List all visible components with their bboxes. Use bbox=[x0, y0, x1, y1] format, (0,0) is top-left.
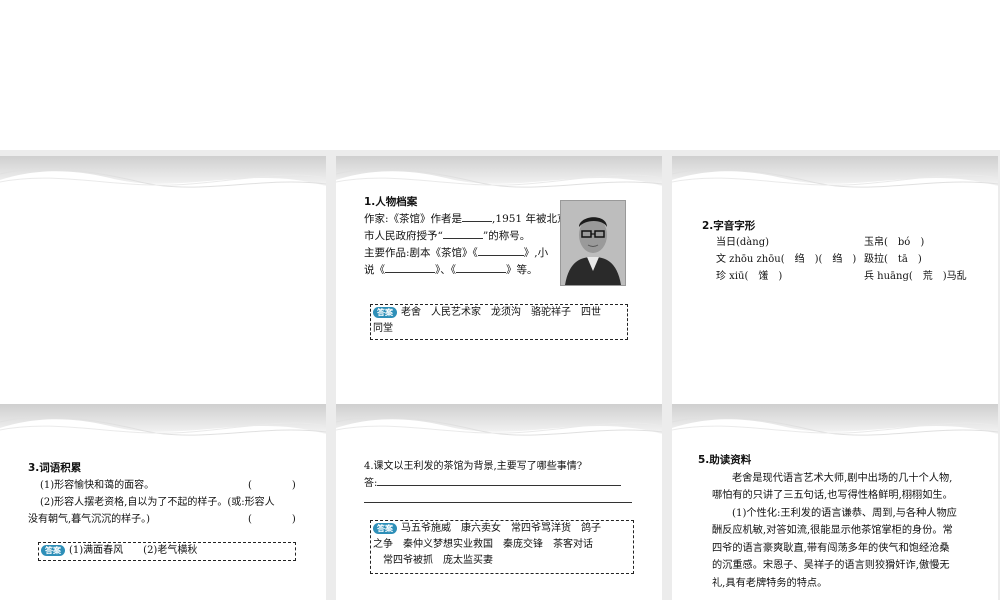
paragraph-line: 老舍是现代语言艺术大师,剧中出场的几十个人物, bbox=[732, 472, 953, 484]
answer-text: 同堂 bbox=[373, 323, 393, 334]
slide-content: 3.词语积累 (1)形容愉快和蔼的面容。 ( ) (2)形容人摆老资格,自以为了… bbox=[28, 458, 304, 568]
question-text: 4.课文以王利发的茶馆为背景,主要写了哪些事情? bbox=[364, 461, 583, 472]
portrait-photo-icon bbox=[561, 201, 625, 285]
fill-blank bbox=[477, 255, 524, 256]
paragraph-line: 酬反应机敏,对答如流,很能显示他茶馆掌柜的身份。常 bbox=[712, 525, 953, 536]
slide-thumbnail-3[interactable]: 2.字音字形 当日(dàng) 玉帛( bó ) 文 zhōu zhōu( 绉 … bbox=[672, 156, 998, 404]
question-line: 没有朝气,暮气沉沉的样子。) ( ) bbox=[28, 511, 304, 528]
answer-parentheses: ( ) bbox=[248, 480, 296, 491]
answer-line: 答: bbox=[364, 475, 640, 492]
paragraph-line: (1)个性化:王利发的语言谦恭、周到,与各种人物应 bbox=[732, 507, 957, 519]
slide-thumbnail-2[interactable]: 1.人物档案 作家:《茶馆》作者是 ,1951 年被北京 市人民政府授予“ ”的称号… bbox=[336, 156, 662, 404]
answer-text: 老舍 人民艺术家 龙须沟 骆驼祥子 四世 bbox=[401, 307, 601, 318]
answer-parentheses: ( ) bbox=[248, 514, 296, 525]
question-line: (2)形容人摆老资格,自以为了不起的样子。(或:形容人 bbox=[40, 497, 275, 508]
slide-content: 1.人物档案 作家:《茶馆》作者是 ,1951 年被北京 市人民政府授予“ ”的称号… bbox=[364, 192, 628, 392]
top-blank-area bbox=[0, 0, 1000, 150]
slide-content: 4.课文以王利发的茶馆为背景,主要写了哪些事情? 答: 答案 马五爷施威 康六卖女… bbox=[364, 456, 640, 594]
answer-box: 答案 (1)满面春风 (2)老气横秋 bbox=[38, 542, 296, 561]
section-heading: 3.词语积累 bbox=[28, 462, 82, 474]
answer-tag: 答案 bbox=[373, 307, 397, 318]
answer-tag: 答案 bbox=[41, 545, 65, 556]
paragraph-line: 礼,具有老牌特务的特点。 bbox=[712, 577, 828, 589]
slide-thumbnail-4[interactable]: 3.词语积累 (1)形容愉快和蔼的面容。 ( ) (2)形容人摆老资格,自以为了… bbox=[0, 404, 326, 600]
table-cell: 文 zhōu zhōu( 绉 )( 绉 ) bbox=[716, 254, 857, 265]
section-heading: 2.字音字形 bbox=[702, 220, 756, 232]
slide-header-wave bbox=[336, 404, 662, 464]
slide-header-wave bbox=[0, 404, 326, 464]
table-cell: 当日(dàng) bbox=[716, 237, 770, 248]
fill-blank bbox=[462, 221, 493, 222]
slide-content: 2.字音字形 当日(dàng) 玉帛( bó ) 文 zhōu zhōu( 绉 … bbox=[702, 216, 968, 292]
fill-blank bbox=[377, 485, 622, 486]
answer-tag: 答案 bbox=[373, 523, 397, 534]
answer-text: 之争 秦仲义梦想实业救国 秦庞交锋 茶客对话 bbox=[373, 539, 593, 550]
paragraph-line: 的沉重感。宋恩子、吴祥子的语言则狡猾奸诈,傲慢无 bbox=[712, 560, 950, 571]
paragraph-line: 四爷的语言豪爽耿直,带有闯荡多年的侠气和饱经沧桑 bbox=[712, 542, 950, 554]
slide-thumbnail-5[interactable]: 4.课文以王利发的茶馆为背景,主要写了哪些事情? 答: 答案 马五爷施威 康六卖女… bbox=[336, 404, 662, 600]
slide-thumbnail-6[interactable]: 5.助读资料 老舍是现代语言艺术大师,剧中出场的几十个人物, 哪怕有的只讲了三五… bbox=[672, 404, 998, 600]
answer-box: 答案 马五爷施威 康六卖女 常四爷骂洋货 鸽子 之争 秦仲义梦想实业救国 秦庞交锋… bbox=[370, 520, 634, 574]
fill-blank bbox=[364, 502, 632, 503]
slide-thumbnail-1[interactable] bbox=[0, 156, 326, 404]
pronunciation-table: 当日(dàng) 玉帛( bó ) 文 zhōu zhōu( 绉 )( 绉 ) … bbox=[716, 235, 968, 285]
answer-text: (1)满面春风 (2)老气横秋 bbox=[69, 545, 198, 556]
paragraph-line: 哪怕有的只讲了三五句话,也写得性格鲜明,栩栩如生。 bbox=[712, 490, 953, 501]
section-heading: 5.助读资料 bbox=[698, 454, 752, 466]
fill-blank bbox=[385, 272, 435, 273]
table-cell: 兵 huāng( 荒 )马乱 bbox=[864, 271, 967, 282]
slide-sorter-grid: 1.人物档案 作家:《茶馆》作者是 ,1951 年被北京 市人民政府授予“ ”的称号… bbox=[0, 150, 1000, 600]
slide-content: 5.助读资料 老舍是现代语言艺术大师,剧中出场的几十个人物, 哪怕有的只讲了三五… bbox=[698, 450, 980, 600]
answer-text: 常四爷被抓 庞太监买妻 bbox=[383, 555, 493, 566]
fill-blank bbox=[442, 238, 483, 239]
fill-blank bbox=[456, 272, 506, 273]
answer-box: 答案 老舍 人民艺术家 龙须沟 骆驼祥子 四世 同堂 bbox=[370, 304, 628, 340]
table-cell: 玉帛( bó ) bbox=[864, 237, 925, 248]
portrait-photo bbox=[560, 200, 626, 286]
table-cell: 珍 xiū( 馐 ) bbox=[716, 271, 783, 282]
slide-header-wave bbox=[672, 156, 998, 216]
slide-header-wave bbox=[0, 156, 326, 216]
table-cell: 趿拉( tā ) bbox=[864, 254, 922, 265]
question-line: (1)形容愉快和蔼的面容。 ( ) bbox=[28, 477, 304, 494]
answer-text: 马五爷施威 康六卖女 常四爷骂洋货 鸽子 bbox=[401, 523, 601, 534]
